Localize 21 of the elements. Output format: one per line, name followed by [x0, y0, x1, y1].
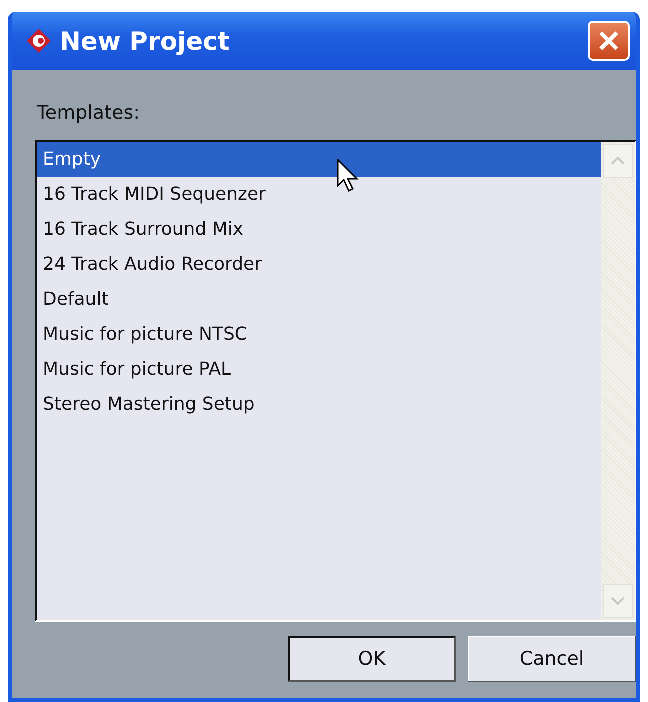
- template-item[interactable]: Stereo Mastering Setup: [37, 387, 601, 422]
- mouse-pointer-icon: [337, 159, 359, 193]
- template-item[interactable]: Music for picture PAL: [37, 352, 601, 387]
- template-item[interactable]: Music for picture NTSC: [37, 317, 601, 352]
- chevron-down-icon: [611, 597, 625, 605]
- templates-label: Templates:: [37, 102, 141, 124]
- template-item[interactable]: Empty: [37, 142, 601, 177]
- app-logo-icon: [26, 28, 52, 54]
- template-item[interactable]: Default: [37, 282, 601, 317]
- template-item[interactable]: 16 Track Surround Mix: [37, 212, 601, 247]
- template-item[interactable]: 16 Track MIDI Sequenzer: [37, 177, 601, 212]
- scrollbar[interactable]: [601, 142, 635, 620]
- window-title: New Project: [60, 26, 231, 56]
- dialog-button[interactable]: OK: [288, 636, 456, 682]
- template-item[interactable]: 24 Track Audio Recorder: [37, 247, 601, 282]
- scroll-up-button[interactable]: [603, 144, 633, 178]
- scroll-down-button[interactable]: [603, 584, 633, 618]
- chevron-up-icon: [611, 157, 625, 165]
- close-icon: [597, 29, 621, 53]
- close-button[interactable]: [588, 21, 630, 61]
- dialog-button[interactable]: Cancel: [468, 636, 636, 682]
